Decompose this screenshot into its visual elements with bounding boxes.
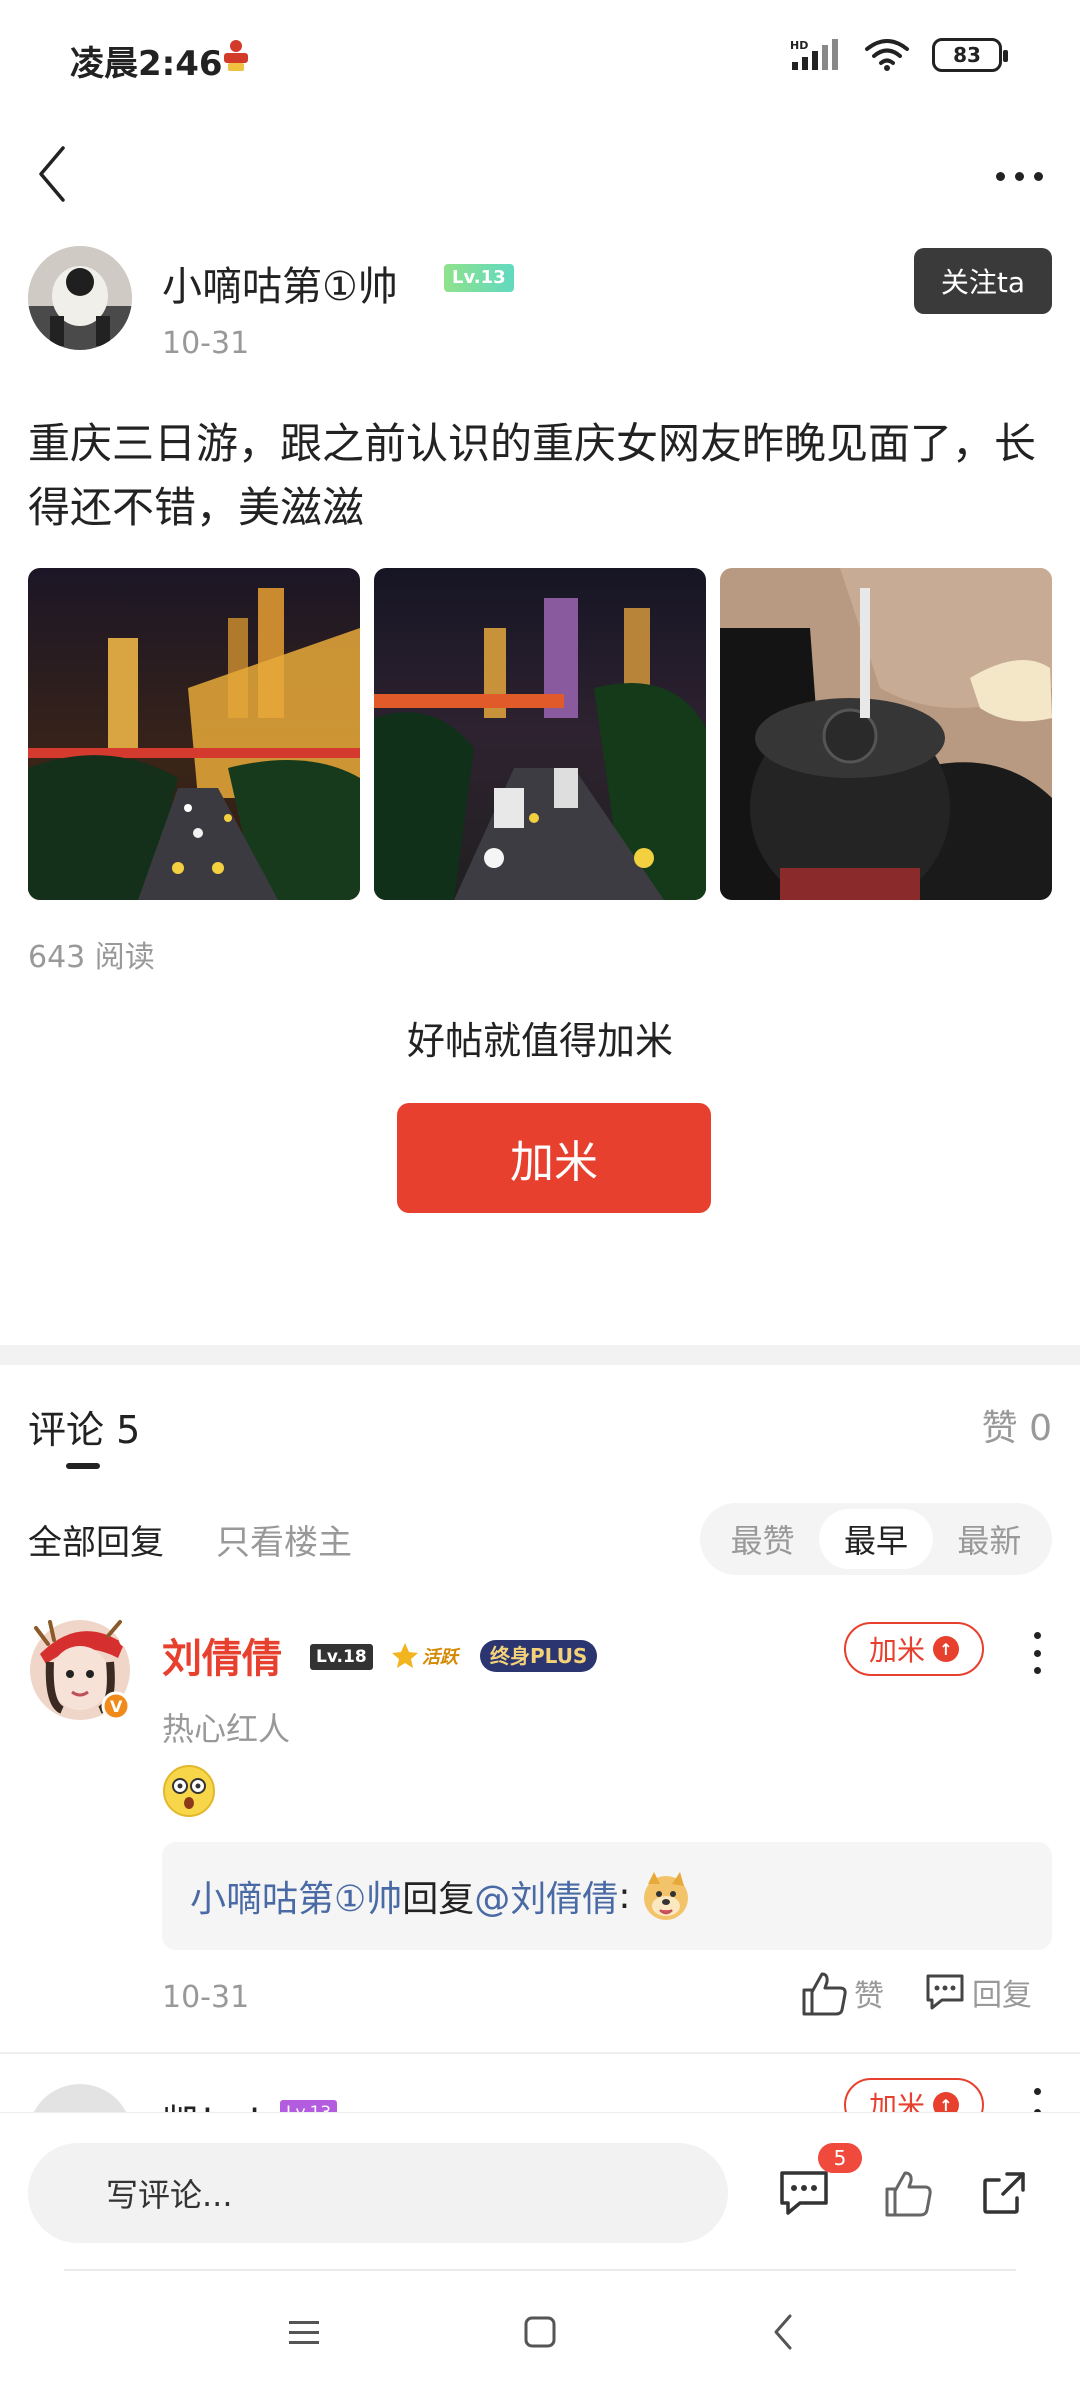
bottom-action-bar: 写评论... 5 (0, 2112, 1080, 2272)
filter-op-only[interactable]: 只看楼主 (216, 1515, 352, 1564)
post-image-2[interactable] (374, 568, 706, 900)
menu-icon (289, 2321, 319, 2344)
commenter-level-badge: Lv.18 (310, 1644, 373, 1670)
comment-item: V 刘倩倩 Lv.18 活跃 终身PLUS 热心红人 加米 ↑ 小嘀咕第①帅 回… (28, 1610, 1052, 2016)
comment-item: 凯kai Lv.13 加米 ↑ (28, 2078, 1052, 2114)
bottom-separator (64, 2269, 1016, 2271)
sort-newest[interactable]: 最新 (933, 1509, 1046, 1569)
sort-earliest[interactable]: 最早 (819, 1509, 933, 1569)
system-back-button[interactable] (752, 2302, 812, 2362)
status-bar: 凌晨2:46 HD 83 (0, 0, 1080, 120)
thumbs-up-icon (885, 2171, 932, 2217)
tab-comments[interactable]: 评论 5 (28, 1399, 140, 1454)
commenter-avatar[interactable] (28, 2084, 132, 2114)
reply-target[interactable]: @刘倩倩 (474, 1870, 618, 1922)
share-button[interactable] (974, 2163, 1034, 2223)
top-nav (0, 120, 1080, 230)
author-name[interactable]: 小嘀咕第①帅 (162, 254, 398, 312)
post-image-3[interactable] (720, 568, 1052, 900)
read-count: 643 阅读 (28, 940, 155, 975)
comment-input[interactable]: 写评论... (28, 2143, 728, 2243)
post-date: 10-31 (162, 326, 250, 361)
post-images (28, 568, 1052, 900)
system-navigation-bar (0, 2272, 1080, 2400)
commenter-name[interactable]: 刘倩倩 (162, 1626, 282, 1684)
battery-icon: 83 (932, 38, 1008, 72)
comments-button[interactable] (774, 2163, 834, 2223)
doge-emoji-icon (644, 1872, 689, 1920)
more-dots-icon (995, 171, 1005, 181)
comments-header: 评论 5 赞 0 (28, 1395, 1052, 1475)
share-icon (983, 2172, 1025, 2214)
commenter-name[interactable]: 凯kai (162, 2092, 260, 2114)
sort-segmented-control: 最赞 最早 最新 (700, 1503, 1052, 1575)
comment-separator (0, 2052, 1080, 2054)
reply-verb: 回复 (402, 1879, 475, 1920)
sort-top[interactable]: 最赞 (706, 1509, 819, 1569)
notification-icon (224, 40, 248, 71)
svg-text:HD: HD (790, 39, 808, 52)
star-icon (392, 1643, 418, 1668)
comment-add-rice-button[interactable]: 加米 ↑ (844, 1622, 984, 1676)
reply-preview[interactable]: 小嘀咕第①帅 回复 @刘倩倩 : (162, 1842, 1052, 1950)
author-level-badge: Lv.13 (444, 264, 514, 292)
up-arrow-icon: ↑ (933, 2092, 959, 2114)
commenter-title: 热心红人 (162, 1710, 291, 1748)
comment-icon (780, 2171, 828, 2215)
comment-reply-button[interactable]: 回复 (924, 1970, 1032, 2014)
status-time: 凌晨2:46 (70, 44, 223, 84)
home-square-icon (524, 2316, 556, 2348)
add-rice-button[interactable]: 加米 (397, 1103, 711, 1213)
thumbs-up-icon (802, 1972, 847, 2016)
follow-button[interactable]: 关注ta (914, 248, 1052, 314)
section-divider (0, 1345, 1080, 1365)
reply-bubble-icon (926, 1974, 964, 2010)
up-arrow-icon: ↑ (933, 1636, 959, 1662)
reward-hint: 好帖就值得加米 (406, 1019, 673, 1063)
comment-date: 10-31 (162, 1980, 250, 2015)
svg-text:V: V (110, 1697, 123, 1716)
comment-add-rice-button[interactable]: 加米 ↑ (844, 2078, 984, 2114)
reply-author[interactable]: 小嘀咕第①帅 (190, 1870, 402, 1922)
comment-filters: 全部回复 只看楼主 最赞 最早 最新 (28, 1503, 1052, 1575)
post-author: 小嘀咕第①帅 Lv.13 10-31 关注ta (28, 246, 1052, 366)
reply-colon: : (618, 1875, 631, 1917)
back-triangle-icon (774, 2314, 792, 2350)
back-button[interactable] (22, 134, 82, 214)
author-avatar[interactable] (28, 246, 132, 350)
post-text: 重庆三日游，跟之前认识的重庆女网友昨晚见面了，长得还不错，美滋滋 (28, 419, 1037, 532)
comment-count-badge: 5 (818, 2143, 862, 2173)
comment-like-button[interactable]: 赞 (800, 1970, 884, 2016)
home-button[interactable] (510, 2302, 570, 2362)
status-indicators: HD 83 (790, 38, 1008, 72)
signal-icon: HD (790, 39, 838, 70)
like-post-button[interactable] (878, 2163, 938, 2223)
comment-more-button[interactable] (1022, 2086, 1052, 2114)
surprised-emoji-icon (163, 1765, 215, 1817)
wifi-icon (865, 39, 909, 71)
comment-more-button[interactable] (1022, 1628, 1052, 1678)
active-badge: 活跃 (390, 1638, 458, 1674)
tab-underline (66, 1463, 100, 1469)
commenter-avatar[interactable]: V (28, 1614, 133, 1721)
post-image-1[interactable] (28, 568, 360, 900)
tab-likes[interactable]: 赞 0 (982, 1399, 1052, 1451)
filter-all-replies[interactable]: 全部回复 (28, 1515, 164, 1564)
lifetime-plus-badge: 终身PLUS (480, 1640, 598, 1672)
recents-button[interactable] (274, 2302, 334, 2362)
back-chevron-icon (39, 146, 65, 202)
more-options-button[interactable] (984, 146, 1054, 206)
